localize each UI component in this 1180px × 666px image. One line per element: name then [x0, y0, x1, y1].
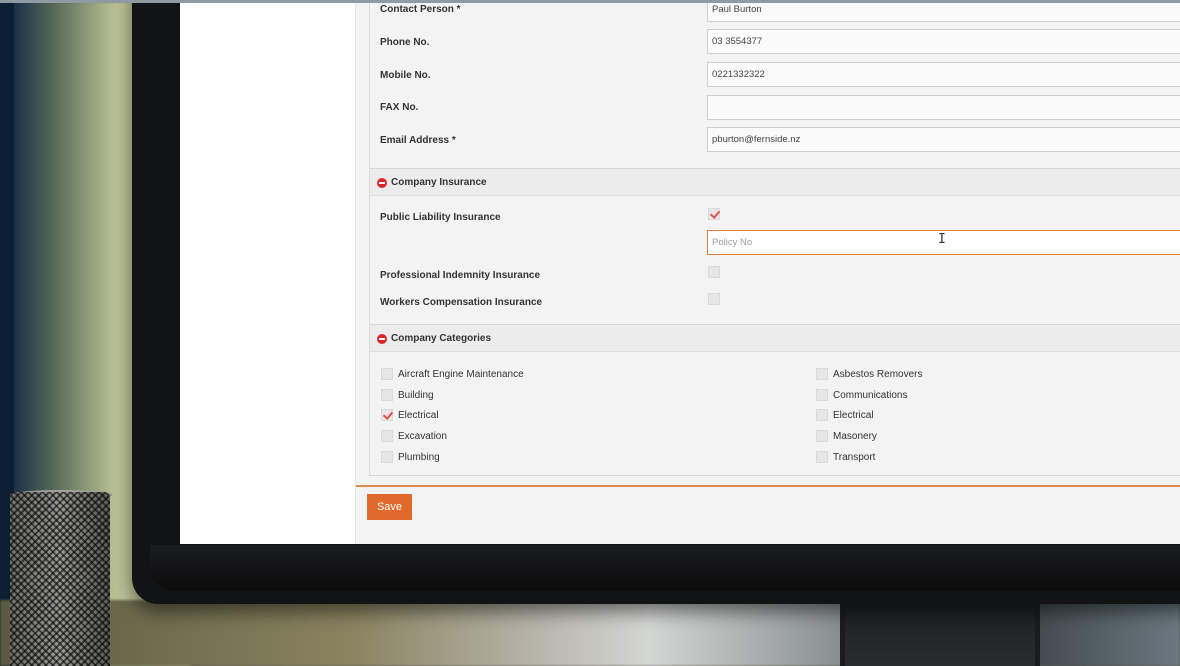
category-checkbox[interactable] [381, 430, 393, 442]
category-checkbox[interactable] [816, 409, 828, 421]
category-checkbox[interactable] [381, 409, 393, 421]
category-label: Masonery [833, 431, 877, 442]
workers-compensation-label: Workers Compensation Insurance [380, 297, 543, 308]
category-label: Communications [833, 390, 908, 401]
collapse-minus-icon[interactable] [377, 334, 387, 344]
category-label: Plumbing [398, 452, 440, 463]
category-label: Excavation [398, 431, 447, 442]
mobile-label: Mobile No. [380, 70, 431, 81]
category-label: Electrical [398, 410, 439, 421]
category-checkbox[interactable] [381, 451, 393, 463]
fax-label: FAX No. [380, 102, 419, 113]
category-checkbox[interactable] [381, 368, 393, 380]
collapse-minus-icon[interactable] [377, 178, 387, 188]
category-label: Transport [833, 452, 876, 463]
public-liability-checkbox[interactable] [708, 208, 720, 220]
sidebar [180, 0, 356, 544]
contact-person-input[interactable] [707, 0, 1180, 22]
email-label: Email Address * [380, 135, 456, 146]
company-insurance-title: Company Insurance [391, 177, 487, 188]
category-checkbox[interactable] [816, 368, 828, 380]
main-content: Contact Person * Phone No. Mobile No. FA… [356, 0, 1180, 544]
footer-divider [356, 485, 1180, 487]
save-button[interactable]: Save [367, 494, 412, 520]
category-checkbox[interactable] [816, 430, 828, 442]
company-categories-title: Company Categories [391, 333, 492, 344]
pen-cup [10, 492, 110, 666]
company-categories-header[interactable]: Company Categories [370, 324, 1180, 352]
public-liability-label: Public Liability Insurance [380, 212, 501, 223]
monitor-stand [845, 603, 1035, 666]
company-insurance-header[interactable]: Company Insurance [370, 168, 1180, 196]
phone-input[interactable] [707, 29, 1180, 54]
phone-label: Phone No. [380, 37, 430, 48]
text-cursor-icon: I [938, 232, 946, 247]
workers-compensation-checkbox[interactable] [708, 293, 720, 305]
monitor-screen: Contact Person * Phone No. Mobile No. FA… [180, 0, 1180, 544]
professional-indemnity-label: Professional Indemnity Insurance [380, 270, 541, 281]
fax-input[interactable] [707, 95, 1180, 120]
category-label: Building [398, 390, 434, 401]
category-label: Electrical [833, 410, 874, 421]
category-checkbox[interactable] [816, 451, 828, 463]
category-label: Aircraft Engine Maintenance [398, 369, 524, 380]
email-input[interactable] [707, 127, 1180, 152]
top-edge-strip [0, 0, 1180, 3]
category-checkbox[interactable] [816, 389, 828, 401]
contact-person-label: Contact Person * [380, 4, 461, 15]
monitor-chin [150, 545, 1180, 590]
category-checkbox[interactable] [381, 389, 393, 401]
company-form: Contact Person * Phone No. Mobile No. FA… [369, 0, 1180, 476]
category-label: Asbestos Removers [833, 369, 923, 380]
professional-indemnity-checkbox[interactable] [708, 266, 720, 278]
mobile-input[interactable] [707, 62, 1180, 87]
